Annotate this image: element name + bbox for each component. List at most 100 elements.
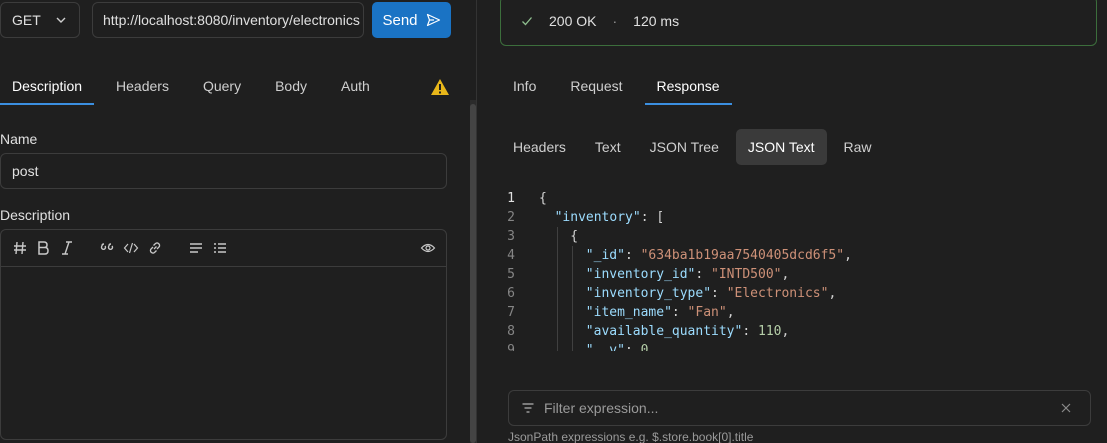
code-line: 5 "inventory_id": "INTD500", xyxy=(501,265,1091,284)
json-punct: , xyxy=(844,248,852,263)
indent-guide xyxy=(556,322,558,341)
tab-response[interactable]: Response xyxy=(644,68,732,105)
link-icon[interactable] xyxy=(146,239,164,257)
filter-icon xyxy=(522,403,534,413)
url-input[interactable]: http://localhost:8080/inventory/electron… xyxy=(92,2,364,38)
warning-icon[interactable] xyxy=(430,78,450,96)
tab-auth[interactable]: Auth xyxy=(329,68,382,104)
status-separator: · xyxy=(612,13,618,29)
indent-guide xyxy=(556,303,558,322)
view-tab-json-tree[interactable]: JSON Tree xyxy=(638,129,731,165)
line-number: 7 xyxy=(507,305,515,320)
indent-guide xyxy=(556,341,558,351)
indent-guide xyxy=(556,265,558,284)
view-tab-raw[interactable]: Raw xyxy=(832,129,884,165)
method-select[interactable]: GET xyxy=(0,2,80,38)
tab-headers[interactable]: Headers xyxy=(104,68,181,104)
view-tab-text[interactable]: Text xyxy=(583,129,633,165)
json-number: 110 xyxy=(758,324,782,339)
line-number: 4 xyxy=(507,248,515,263)
json-key: "inventory_type" xyxy=(585,286,712,301)
json-string: "634ba1b19aa7540405dcd6f5" xyxy=(640,248,845,263)
json-key: "inventory_id" xyxy=(585,267,696,282)
json-string: "INTD500" xyxy=(711,267,782,282)
indent-guide xyxy=(572,265,574,284)
description-label: Description xyxy=(0,207,71,223)
send-label: Send xyxy=(382,11,418,29)
filter-input[interactable]: Filter expression... xyxy=(508,390,1091,426)
view-tab-headers[interactable]: Headers xyxy=(501,129,578,165)
indent-guide xyxy=(572,303,574,322)
description-textarea[interactable] xyxy=(1,267,446,439)
code-line: 6 "inventory_type": "Electronics", xyxy=(501,284,1091,303)
indent-guide xyxy=(572,246,574,265)
line-number: 2 xyxy=(507,210,515,225)
check-icon xyxy=(522,17,532,26)
response-pane: 200 OK · 120 ms Info Request Response He… xyxy=(477,0,1107,443)
description-editor[interactable] xyxy=(0,229,447,440)
json-punct: : xyxy=(624,248,641,263)
quote-icon[interactable] xyxy=(98,239,116,257)
code-text: "inventory_type": "Electronics", xyxy=(586,284,836,303)
line-number: 8 xyxy=(507,324,515,339)
heading-icon[interactable] xyxy=(11,239,29,257)
request-tabs: Description Headers Query Body Auth xyxy=(0,68,382,105)
json-punct: : xyxy=(624,343,641,351)
name-input[interactable]: post xyxy=(0,153,447,189)
code-line: 4 "_id": "634ba1b19aa7540405dcd6f5", xyxy=(501,246,1091,265)
line-number: 9 xyxy=(507,343,515,351)
json-key: "_id" xyxy=(585,248,625,263)
indent-guide xyxy=(572,341,574,351)
preview-eye-icon[interactable] xyxy=(419,239,437,257)
line-number: 5 xyxy=(507,267,515,282)
bold-icon[interactable] xyxy=(34,239,52,257)
json-punct: : xyxy=(711,286,727,301)
json-key: "item_name" xyxy=(585,305,672,320)
send-button[interactable]: Send xyxy=(372,2,451,38)
json-punct: : xyxy=(742,324,758,339)
tab-query[interactable]: Query xyxy=(191,68,253,104)
method-value: GET xyxy=(12,12,41,28)
tab-request[interactable]: Request xyxy=(558,68,634,104)
code-text: "_id": "634ba1b19aa7540405dcd6f5", xyxy=(586,246,852,265)
code-text: "inventory_id": "INTD500", xyxy=(586,265,790,284)
tab-description[interactable]: Description xyxy=(0,68,95,105)
json-punct: : xyxy=(695,267,712,282)
request-pane: GET http://localhost:8080/inventory/elec… xyxy=(0,0,476,443)
italic-icon[interactable] xyxy=(58,239,76,257)
code-text: "__v": 0 xyxy=(586,341,649,351)
tab-body[interactable]: Body xyxy=(263,68,319,104)
json-key: "available_quantity" xyxy=(585,324,743,339)
code-line: 7 "item_name": "Fan", xyxy=(501,303,1091,322)
code-line: 9 "__v": 0 xyxy=(501,341,1091,351)
json-key: "inventory" xyxy=(554,210,641,225)
code-text: { xyxy=(570,227,578,246)
json-code-view[interactable]: 1{2 "inventory": [3{4 "_id": "634ba1b19aa7… xyxy=(501,189,1091,351)
code-line: 2 "inventory": [ xyxy=(501,208,1091,227)
chevron-down-icon xyxy=(56,17,66,23)
bullet-list-icon[interactable] xyxy=(187,239,205,257)
indent-guide xyxy=(556,227,558,246)
json-string: "Electronics" xyxy=(726,286,829,301)
json-punct: : [ xyxy=(640,210,665,225)
numbered-list-icon[interactable] xyxy=(211,239,229,257)
json-punct: , xyxy=(781,324,790,339)
json-punct: { xyxy=(570,229,579,244)
code-line: 1{ xyxy=(501,189,1091,208)
line-number: 6 xyxy=(507,286,515,301)
filter-hint: JsonPath expressions e.g. $.store.book[0… xyxy=(508,430,754,443)
clear-icon[interactable] xyxy=(1060,402,1072,414)
code-line: 8 "available_quantity": 110, xyxy=(501,322,1091,341)
indent-guide xyxy=(556,284,558,303)
code-icon[interactable] xyxy=(122,239,140,257)
indent-guide xyxy=(572,284,574,303)
tab-info[interactable]: Info xyxy=(501,68,548,104)
view-tab-json-text[interactable]: JSON Text xyxy=(735,129,827,165)
json-punct: { xyxy=(539,191,547,206)
json-punct: , xyxy=(781,267,790,282)
code-text: "available_quantity": 110, xyxy=(586,322,790,341)
json-punct: , xyxy=(726,305,735,320)
json-punct: : xyxy=(671,305,688,320)
status-code: 200 OK xyxy=(549,13,597,29)
code-text: { xyxy=(539,189,547,208)
